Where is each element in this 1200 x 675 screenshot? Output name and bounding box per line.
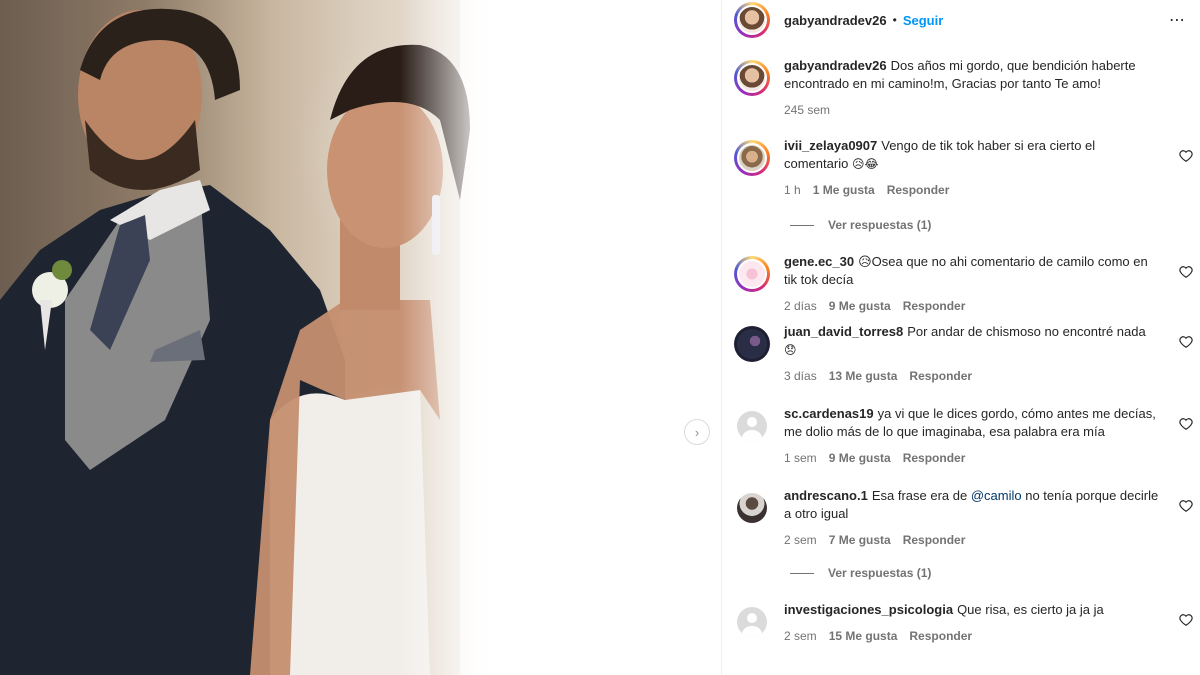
default-avatar-icon bbox=[737, 411, 767, 441]
comment-meta: 2 sem 15 Me gusta Responder bbox=[784, 627, 1104, 645]
comment-meta: 3 días 13 Me gusta Responder bbox=[784, 367, 1161, 385]
comment-body: ivii_zelaya0907 Vengo de tik tok haber si… bbox=[784, 137, 1161, 211]
default-avatar-icon bbox=[737, 607, 767, 637]
more-options-icon[interactable]: ⋯ bbox=[1169, 10, 1186, 30]
comment-body: juan_david_torres8 Por andar de chismoso … bbox=[784, 323, 1161, 405]
comment-row: investigaciones_psicologia Que risa, es c… bbox=[722, 587, 1200, 647]
reply-button[interactable]: Responder bbox=[909, 367, 972, 385]
comment-time[interactable]: 1 h bbox=[784, 181, 801, 199]
caption-meta: 245 sem bbox=[784, 101, 1161, 119]
comment-likes[interactable]: 9 Me gusta bbox=[829, 449, 891, 467]
comment-time[interactable]: 2 días bbox=[784, 297, 817, 315]
commenter-avatar[interactable] bbox=[734, 140, 770, 176]
comment-likes[interactable]: 15 Me gusta bbox=[829, 627, 898, 645]
comment-likes[interactable]: 7 Me gusta bbox=[829, 531, 891, 549]
comment-username[interactable]: sc.cardenas19 bbox=[784, 406, 874, 421]
replies-line bbox=[790, 572, 814, 574]
comment-meta: 2 sem 7 Me gusta Responder bbox=[784, 531, 1161, 549]
commenter-avatar[interactable] bbox=[734, 408, 770, 444]
separator-dot: • bbox=[892, 13, 897, 27]
view-replies-button[interactable]: Ver respuestas (1) bbox=[790, 211, 1200, 239]
comments-list: gabyandradev26 Dos años mi gordo, que ben… bbox=[722, 57, 1200, 647]
commenter-avatar[interactable] bbox=[734, 326, 770, 362]
next-arrow-icon[interactable]: › bbox=[684, 419, 710, 445]
view-replies-label[interactable]: Ver respuestas (1) bbox=[828, 566, 931, 580]
comment-emoji: 😞 bbox=[784, 343, 797, 357]
comment-emoji: 😥😂 bbox=[851, 157, 879, 171]
caption-row: gabyandradev26 Dos años mi gordo, que ben… bbox=[722, 57, 1200, 137]
comment-username[interactable]: juan_david_torres8 bbox=[784, 324, 903, 339]
commenter-avatar[interactable] bbox=[734, 604, 770, 640]
heart-icon[interactable] bbox=[1179, 499, 1193, 513]
author-username[interactable]: gabyandradev26 bbox=[784, 13, 887, 28]
comment-likes[interactable]: 9 Me gusta bbox=[829, 297, 891, 315]
reply-button[interactable]: Responder bbox=[903, 449, 966, 467]
comment-meta: 1 h 1 Me gusta Responder bbox=[784, 181, 1161, 199]
heart-icon[interactable] bbox=[1179, 335, 1193, 349]
heart-icon[interactable] bbox=[1179, 265, 1193, 279]
heart-icon[interactable] bbox=[1179, 417, 1193, 431]
mention-link[interactable]: @camilo bbox=[971, 488, 1022, 503]
post-side-panel: gabyandradev26 • Seguir ⋯ gabyandradev26… bbox=[721, 0, 1200, 675]
heart-icon[interactable] bbox=[1179, 613, 1193, 627]
comment-time[interactable]: 2 sem bbox=[784, 531, 817, 549]
heart-icon[interactable] bbox=[1179, 149, 1193, 163]
comment-body: gene.ec_30 😥Osea que no ahi comentario de… bbox=[784, 253, 1161, 323]
comment-username[interactable]: ivii_zelaya0907 bbox=[784, 138, 877, 153]
comment-username[interactable]: investigaciones_psicologia bbox=[784, 602, 953, 617]
view-replies-label[interactable]: Ver respuestas (1) bbox=[828, 218, 931, 232]
comment-row: ivii_zelaya0907 Vengo de tik tok haber si… bbox=[722, 137, 1200, 211]
comment-body: sc.cardenas19 ya vi que le dices gordo, c… bbox=[784, 405, 1161, 487]
caption-username[interactable]: gabyandradev26 bbox=[784, 58, 887, 73]
reply-button[interactable]: Responder bbox=[903, 531, 966, 549]
caption-author-avatar[interactable] bbox=[734, 60, 770, 96]
commenter-avatar[interactable] bbox=[734, 490, 770, 526]
comment-time[interactable]: 3 días bbox=[784, 367, 817, 385]
comment-likes[interactable]: 1 Me gusta bbox=[813, 181, 875, 199]
follow-button[interactable]: Seguir bbox=[903, 13, 943, 28]
caption-body: gabyandradev26 Dos años mi gordo, que ben… bbox=[784, 57, 1161, 137]
comment-meta: 2 días 9 Me gusta Responder bbox=[784, 297, 1161, 315]
replies-line bbox=[790, 224, 814, 226]
comment-meta: 1 sem 9 Me gusta Responder bbox=[784, 449, 1161, 467]
comment-body: investigaciones_psicologia Que risa, es c… bbox=[784, 601, 1104, 647]
comment-row: juan_david_torres8 Por andar de chismoso … bbox=[722, 323, 1200, 405]
post-media[interactable]: › bbox=[0, 0, 721, 675]
comment-time[interactable]: 2 sem bbox=[784, 627, 817, 645]
author-avatar[interactable] bbox=[734, 2, 770, 38]
reply-button[interactable]: Responder bbox=[903, 297, 966, 315]
commenter-avatar[interactable] bbox=[734, 256, 770, 292]
view-replies-button[interactable]: Ver respuestas (1) bbox=[790, 559, 1200, 587]
comment-row: andrescano.1 Esa frase era de @camilo no … bbox=[722, 487, 1200, 559]
reply-button[interactable]: Responder bbox=[909, 627, 972, 645]
comment-username[interactable]: gene.ec_30 bbox=[784, 254, 854, 269]
comment-time[interactable]: 1 sem bbox=[784, 449, 817, 467]
comment-text: Por andar de chismoso no encontré nada bbox=[907, 324, 1146, 339]
comment-row: gene.ec_30 😥Osea que no ahi comentario de… bbox=[722, 239, 1200, 323]
comment-text: Que risa, es cierto ja ja ja bbox=[957, 602, 1104, 617]
comment-body: andrescano.1 Esa frase era de @camilo no … bbox=[784, 487, 1161, 559]
comment-username[interactable]: andrescano.1 bbox=[784, 488, 868, 503]
caption-time[interactable]: 245 sem bbox=[784, 101, 830, 119]
comment-row: sc.cardenas19 ya vi que le dices gordo, c… bbox=[722, 405, 1200, 487]
post-header: gabyandradev26 • Seguir ⋯ bbox=[722, 0, 1200, 40]
photo-fade-overlay bbox=[400, 0, 721, 675]
comment-likes[interactable]: 13 Me gusta bbox=[829, 367, 898, 385]
reply-button[interactable]: Responder bbox=[887, 181, 950, 199]
comment-text-before: Esa frase era de bbox=[871, 488, 968, 503]
